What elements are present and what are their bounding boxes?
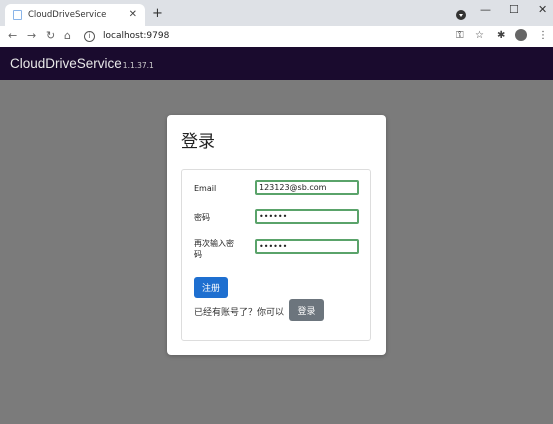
- address-bar[interactable]: i localhost:9798: [80, 28, 490, 44]
- confirm-password-field[interactable]: [255, 239, 359, 254]
- maximize-button[interactable]: ☐: [509, 3, 519, 16]
- forward-icon[interactable]: →: [27, 29, 36, 42]
- tab-title: CloudDriveService: [28, 10, 107, 20]
- browser-tab-bar: CloudDriveService ✕ + — ☐ ✕: [0, 0, 553, 26]
- extensions-icon[interactable]: ✱: [497, 30, 505, 41]
- browser-tab[interactable]: CloudDriveService ✕: [5, 4, 145, 26]
- confirm-password-label: 再次输入密码: [194, 239, 234, 259]
- version-label: 1.1.37.1: [122, 61, 154, 70]
- url-text[interactable]: localhost:9798: [103, 31, 169, 41]
- back-icon[interactable]: ←: [8, 29, 17, 42]
- email-label: Email: [194, 184, 217, 193]
- reload-icon[interactable]: ↻: [46, 29, 55, 42]
- password-label: 密码: [194, 213, 210, 222]
- star-icon[interactable]: ☆: [475, 30, 484, 41]
- browser-toolbar: ← → ↻ ⌂ i localhost:9798 ⚿ ☆ ✱ ⋮: [0, 26, 553, 48]
- app-navbar: CloudDriveService 1.1.37.1: [0, 47, 553, 80]
- close-window-button[interactable]: ✕: [538, 3, 547, 16]
- register-button[interactable]: 注册: [194, 277, 228, 298]
- register-form: Email 密码 再次输入密码 注册 已经有账号了？你可以 登录: [181, 169, 371, 341]
- page-icon: [13, 10, 22, 20]
- info-icon[interactable]: i: [84, 30, 95, 42]
- password-field[interactable]: [255, 209, 359, 224]
- close-tab-icon[interactable]: ✕: [129, 9, 137, 20]
- profile-avatar-icon[interactable]: [515, 29, 527, 41]
- brand-name[interactable]: CloudDriveService: [10, 56, 122, 71]
- modal-title: 登录: [181, 132, 215, 152]
- home-icon[interactable]: ⌂: [64, 29, 71, 42]
- key-icon[interactable]: ⚿: [456, 30, 464, 41]
- new-tab-button[interactable]: +: [152, 6, 163, 21]
- minimize-button[interactable]: —: [480, 3, 491, 16]
- email-field[interactable]: [255, 180, 359, 195]
- login-button[interactable]: 登录: [289, 299, 324, 321]
- menu-icon[interactable]: ⋮: [538, 30, 548, 41]
- login-modal: 登录 Email 密码 再次输入密码 注册 已经有账号了？你可以 登录: [167, 115, 386, 355]
- login-hint-text: 已经有账号了？你可以: [194, 308, 285, 318]
- tab-search-icon[interactable]: [456, 10, 466, 20]
